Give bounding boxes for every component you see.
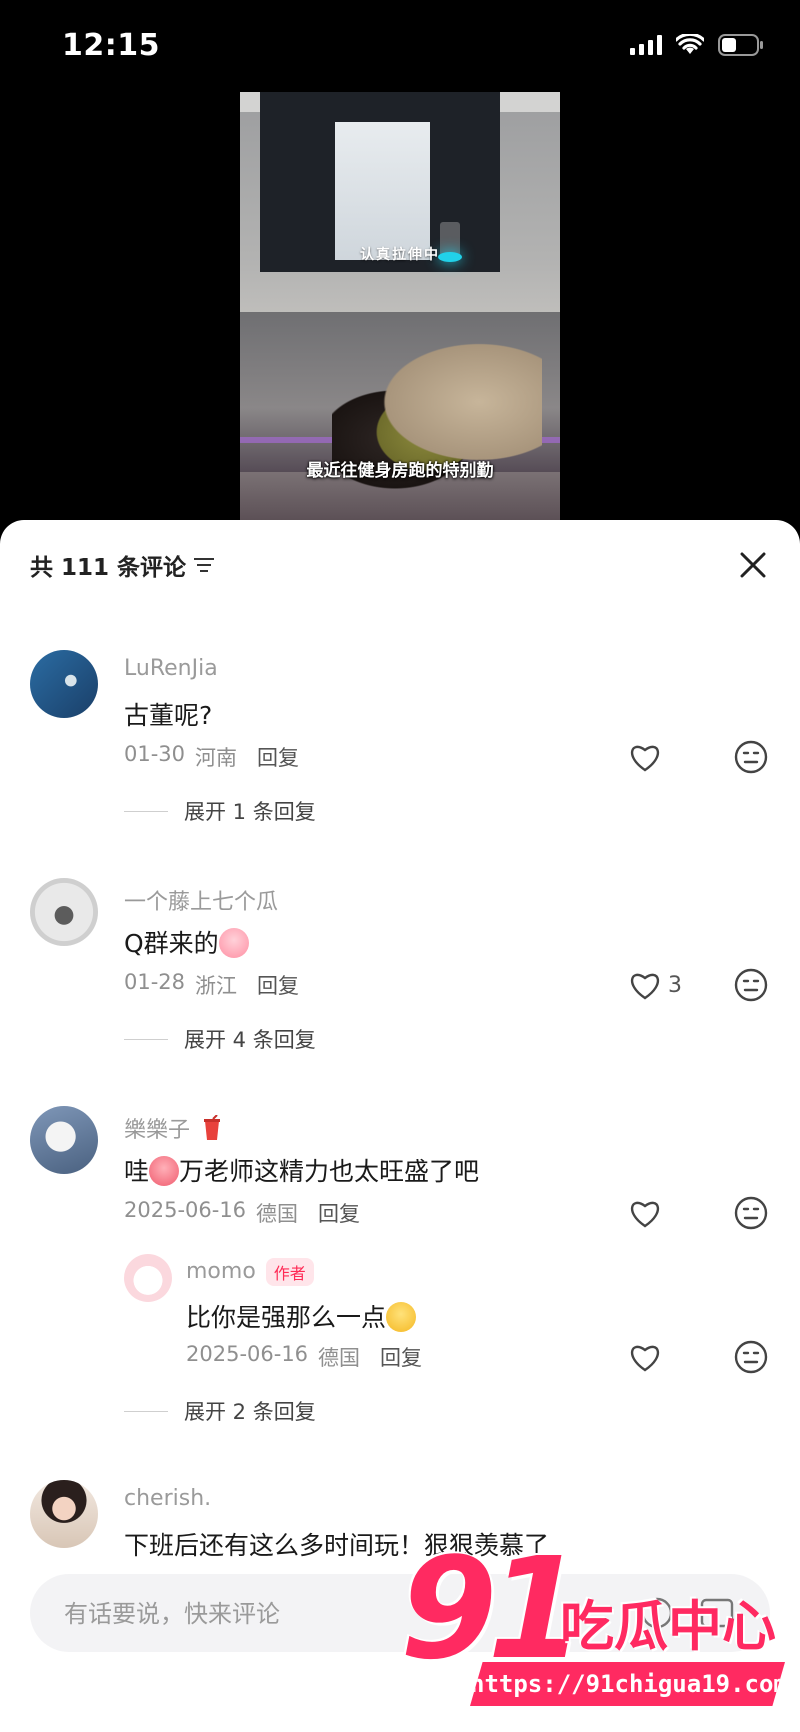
close-icon (740, 552, 766, 578)
comment-location: 德国 (256, 1202, 299, 1226)
neutral-face-icon (734, 1340, 768, 1374)
reply-button[interactable]: 回复 (318, 1198, 360, 1228)
comment-meta: 01-30 河南 回复 (124, 742, 299, 772)
drink-cup-icon (204, 1114, 221, 1140)
comment-location: 浙江 (195, 974, 238, 998)
reply-username[interactable]: momo 作者 (186, 1258, 314, 1286)
status-bar: 12:15 (0, 0, 800, 96)
comment-text[interactable]: 哇万老师这精力也太旺盛了吧 (124, 1152, 479, 1188)
video-preview[interactable]: 认真拉伸中 最近往健身房跑的特别勤 (240, 92, 560, 522)
comment-text[interactable]: 古董呢? (124, 696, 212, 732)
avatar[interactable] (30, 650, 98, 718)
comment-meta: 01-28 浙江 回复 (124, 970, 299, 1000)
reply-username-text: momo (186, 1259, 256, 1284)
expand-replies-label: 展开 1 条回复 (184, 800, 316, 824)
video-caption-bottom: 最近往健身房跑的特别勤 (306, 461, 494, 481)
comment-text[interactable]: 下班后还有这么多时间玩！狠狠羡慕了 (124, 1526, 549, 1562)
crying-emoji-icon (218, 928, 249, 958)
heart-icon (631, 973, 659, 1000)
reply-text-body: 比你是强那么一点 (186, 1303, 387, 1332)
neutral-face-icon (734, 740, 768, 774)
comment-text-body: Q群来的 (124, 929, 219, 958)
reply-button[interactable]: 回复 (257, 742, 299, 772)
comment-date: 01-28 (124, 970, 186, 994)
avatar[interactable] (124, 1254, 172, 1302)
comment-location: 河南 (195, 746, 238, 770)
author-badge: 作者 (265, 1258, 314, 1286)
reply-button[interactable]: 回复 (257, 970, 299, 1000)
heart-icon (631, 1345, 659, 1372)
dislike-button[interactable] (734, 968, 768, 1006)
reply-date: 2025-06-16 (186, 1342, 309, 1366)
neutral-face-icon (734, 968, 768, 1002)
sheet-header: 共 111 条评论 (30, 520, 216, 610)
reply-meta: 2025-06-16 德国 回复 (186, 1342, 422, 1372)
status-time: 12:15 (62, 28, 160, 63)
smirk-emoji-icon (386, 1302, 417, 1332)
comment-username[interactable]: 一个藤上七个瓜 (124, 884, 278, 916)
comment-text[interactable]: Q群来的 (124, 924, 249, 960)
expand-replies-label: 展开 2 条回复 (184, 1400, 316, 1424)
reply-button[interactable]: 回复 (380, 1342, 422, 1372)
like-button[interactable] (628, 1342, 662, 1372)
avatar[interactable] (30, 1480, 98, 1548)
divider-line (124, 1410, 168, 1412)
comment-input-bar (30, 1574, 770, 1654)
reply-location: 德国 (318, 1346, 361, 1370)
comment-meta: 2025-06-16 德国 回复 (124, 1198, 360, 1228)
comment-text-suffix: 万老师这精力也太旺盛了吧 (179, 1157, 480, 1186)
at-mention-icon[interactable] (640, 1596, 674, 1630)
battery-icon (718, 34, 763, 56)
like-count: 3 (668, 972, 682, 998)
like-button[interactable]: 3 (628, 970, 682, 1000)
dislike-button[interactable] (734, 1340, 768, 1378)
heart-icon (631, 745, 659, 772)
comment-username[interactable]: LuRenJia (124, 656, 218, 681)
status-icons (630, 34, 764, 56)
cellular-signal-icon (630, 35, 662, 55)
dislike-button[interactable] (734, 740, 768, 778)
expand-replies-label: 展开 4 条回复 (184, 1028, 316, 1052)
dislike-button[interactable] (734, 1196, 768, 1234)
expand-replies[interactable]: 展开 1 条回复 (124, 796, 316, 826)
expand-replies[interactable]: 展开 4 条回复 (124, 1024, 316, 1054)
sort-filter-icon[interactable] (194, 555, 216, 575)
comment-username[interactable]: cherish. (124, 1486, 211, 1511)
like-button[interactable] (628, 1198, 668, 1228)
comment-date: 2025-06-16 (124, 1198, 247, 1222)
video-caption-top: 认真拉伸中 (360, 247, 440, 263)
image-icon[interactable] (700, 1596, 734, 1630)
like-button[interactable] (628, 742, 668, 772)
avatar[interactable] (30, 878, 98, 946)
comment-sheet: 共 111 条评论 LuRenJia 古董呢? 01-30 河南 回复 展开 1… (0, 520, 800, 1732)
avatar[interactable] (30, 1106, 98, 1174)
comment-text-prefix: 哇 (124, 1157, 150, 1186)
reply-text[interactable]: 比你是强那么一点 (186, 1298, 417, 1334)
shocked-emoji-icon (149, 1156, 180, 1186)
video-window-light (335, 122, 430, 260)
neutral-face-icon (734, 1196, 768, 1230)
comment-username[interactable]: 樂樂子 (124, 1112, 221, 1144)
heart-icon (631, 1201, 659, 1228)
close-button[interactable] (730, 542, 776, 588)
expand-replies[interactable]: 展开 2 条回复 (124, 1396, 316, 1426)
divider-line (124, 1038, 168, 1040)
comment-input[interactable] (62, 1574, 586, 1654)
comment-username-text: 樂樂子 (124, 1118, 191, 1143)
divider-line (124, 810, 168, 812)
comment-date: 01-30 (124, 742, 186, 766)
wifi-icon (676, 34, 704, 54)
comment-count: 共 111 条评论 (30, 555, 187, 581)
